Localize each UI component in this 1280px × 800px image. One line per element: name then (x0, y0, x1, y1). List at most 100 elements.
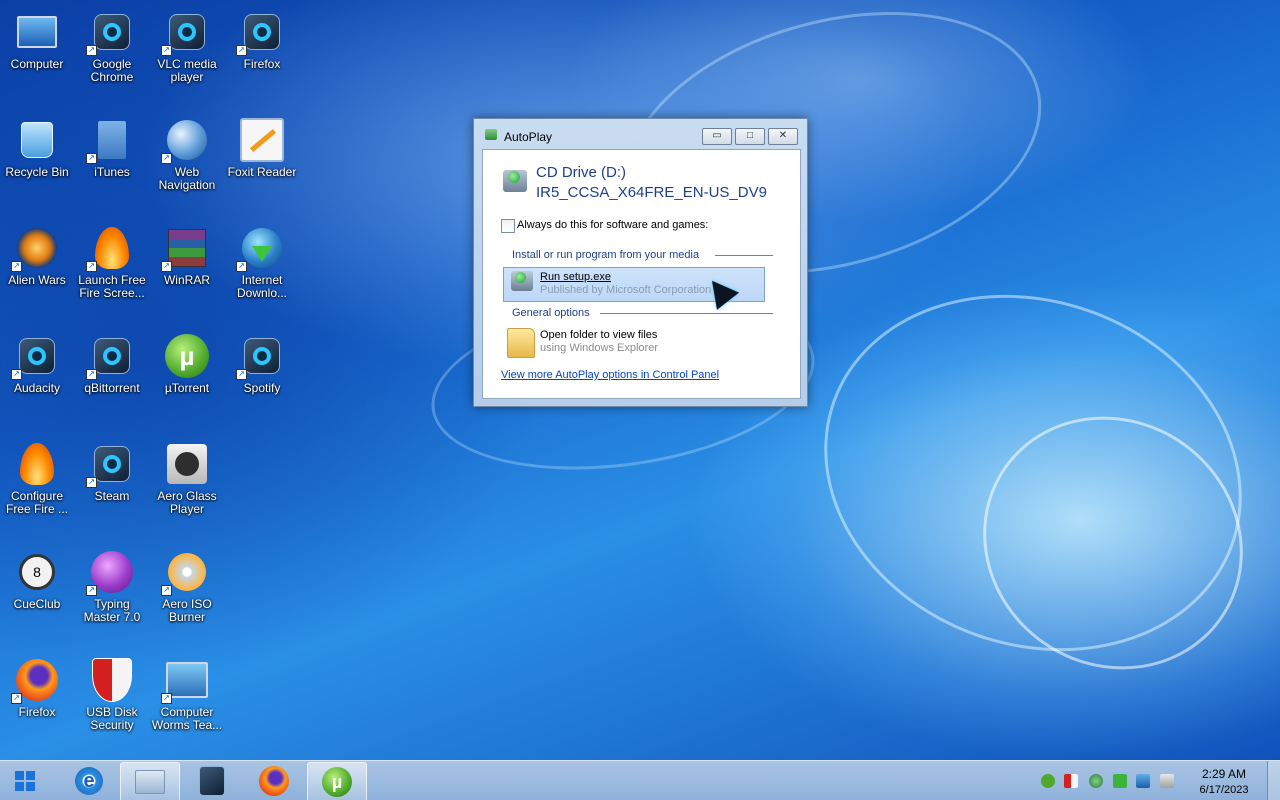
taskbar-utorrent[interactable]: µ (307, 762, 367, 800)
minimize-button[interactable]: ▭ (702, 128, 732, 145)
aero-glass-player-icon (165, 442, 209, 486)
desktop-icon-foxit-reader[interactable]: Foxit Reader (225, 118, 299, 179)
start-button[interactable] (10, 767, 40, 795)
desktop-icon-label: iTunes (94, 165, 130, 179)
app-shortcut-icon: ↗ (236, 334, 284, 380)
open-folder-title[interactable]: Open folder to view files (540, 329, 657, 341)
desktop-icon-label: qBittorrent (84, 381, 140, 395)
desktop-icon-aero-iso-burner[interactable]: ↗ Aero ISO Burner (150, 550, 224, 624)
desktop-icon-alien-wars[interactable]: ↗ Alien Wars (0, 226, 74, 287)
desktop-icon-label: Launch Free Fire Scree... (78, 273, 146, 300)
media-player-icon (199, 766, 225, 796)
section-install-heading: Install or run program from your media (512, 249, 700, 261)
setup-icon (511, 271, 533, 291)
wallpaper-swirl (773, 237, 1280, 709)
desktop-icon-label: Firefox (18, 705, 56, 719)
desktop-icon-cueclub[interactable]: 8 CueClub (0, 550, 74, 611)
desktop-icon-label: Alien Wars (8, 273, 66, 287)
desktop-icon-spotify[interactable]: ↗ Spotify (225, 334, 299, 395)
desktop-icon-label: Configure Free Fire ... (5, 489, 68, 516)
flame-icon (15, 442, 59, 486)
clock-date[interactable]: 6/17/2023 (1194, 784, 1254, 796)
winrar-icon: ↗ (161, 226, 209, 272)
utorrent-icon: µ (165, 334, 209, 378)
desktop-icon-firefox-bottom[interactable]: ↗ Firefox (0, 658, 74, 719)
desktop-icon-configure-free-fire[interactable]: Configure Free Fire ... (0, 442, 74, 516)
cd-drive-icon (503, 170, 527, 192)
utorrent-tray-icon[interactable] (1041, 774, 1055, 788)
shield-icon (90, 658, 134, 702)
always-do-this-label[interactable]: Always do this for software and games: (517, 219, 708, 231)
desktop-icon-google-chrome[interactable]: ↗ Google Chrome (75, 10, 149, 84)
desktop-icon-itunes[interactable]: ↗ iTunes (75, 118, 149, 179)
recycle-bin-icon (15, 118, 59, 162)
desktop-icon-internet-download[interactable]: ↗ Internet Downlo... (225, 226, 299, 300)
drive-label: IR5_CCSA_X64FRE_EN-US_DV9 (536, 184, 767, 201)
autoplay-dialog: AutoPlay ▭ □ ✕ CD Drive (D:) IR5_CCSA_X6… (473, 118, 808, 407)
desktop-icon-computer[interactable]: Computer (0, 10, 74, 71)
wallpaper-swirl (933, 365, 1280, 721)
desktop-icon-label: Google Chrome (90, 57, 134, 84)
dialog-title: AutoPlay (504, 130, 553, 144)
taskbar-media-player[interactable] (183, 762, 241, 800)
desktop-icon-label: Typing Master 7.0 (83, 597, 141, 624)
desktop-icon-label: Foxit Reader (227, 165, 297, 179)
flag-tray-icon[interactable] (1113, 774, 1127, 788)
app-shortcut-icon: ↗ (86, 334, 134, 380)
desktop-icon-label: CueClub (13, 597, 61, 611)
usb-security-tray-icon[interactable] (1064, 774, 1078, 788)
desktop-icon-firefox-top[interactable]: ↗ Firefox (225, 10, 299, 71)
desktop-icon-label: Web Navigation (158, 165, 216, 192)
taskbar: e µ 2:29 AM 6/17/2023 (0, 760, 1280, 800)
cueclub-icon: 8 (15, 550, 59, 594)
run-setup-publisher: Published by Microsoft Corporation (540, 284, 712, 296)
desktop-icon-label: USB Disk Security (86, 705, 138, 732)
typing-master-icon: ↗ (86, 550, 134, 596)
desktop-icon-utorrent[interactable]: µ µTorrent (150, 334, 224, 395)
maximize-icon: □ (746, 130, 754, 141)
firefox-icon (259, 766, 289, 796)
network-globe-tray-icon[interactable] (1089, 774, 1103, 788)
desktop-icon-qbittorrent[interactable]: ↗ qBittorrent (75, 334, 149, 395)
computer-worms-icon: ↗ (161, 658, 209, 704)
app-shortcut-icon: ↗ (86, 442, 134, 488)
itunes-icon: ↗ (86, 118, 134, 164)
desktop-icon-label: Aero ISO Burner (162, 597, 212, 624)
close-button[interactable]: ✕ (768, 128, 798, 145)
desktop-icon-label: Computer (10, 57, 64, 71)
desktop-icon-web-navigation[interactable]: ↗ Web Navigation (150, 118, 224, 192)
desktop-icon-label: µTorrent (164, 381, 210, 395)
desktop-icon-launch-free-fire[interactable]: ↗ Launch Free Fire Scree... (75, 226, 149, 300)
firefox-icon: ↗ (11, 658, 59, 704)
open-folder-sub: using Windows Explorer (540, 342, 658, 354)
desktop-icon-typing-master[interactable]: ↗ Typing Master 7.0 (75, 550, 149, 624)
more-autoplay-options-link[interactable]: View more AutoPlay options in Control Pa… (501, 369, 719, 381)
desktop-icon-computer-worms[interactable]: ↗ Computer Worms Tea... (150, 658, 224, 732)
network-tray-icon[interactable] (1136, 774, 1150, 788)
desktop-icon-steam[interactable]: ↗ Steam (75, 442, 149, 503)
desktop-icon-label: Recycle Bin (5, 165, 69, 179)
autoplay-icon (485, 129, 497, 140)
foxit-reader-icon (240, 118, 284, 162)
desktop-icon-recycle-bin[interactable]: Recycle Bin (0, 118, 74, 179)
app-shortcut-icon: ↗ (161, 10, 209, 56)
desktop-icon-aero-glass-player[interactable]: Aero Glass Player (150, 442, 224, 516)
show-desktop-button[interactable] (1267, 761, 1280, 800)
desktop-icon-vlc[interactable]: ↗ VLC media player (150, 10, 224, 84)
desktop-icon-winrar[interactable]: ↗ WinRAR (150, 226, 224, 287)
always-do-this-checkbox[interactable] (501, 219, 515, 233)
volume-muted-icon[interactable] (1160, 774, 1174, 788)
taskbar-internet-explorer[interactable]: e (60, 762, 118, 800)
dialog-titlebar[interactable]: AutoPlay ▭ □ ✕ (474, 119, 807, 149)
run-setup-title[interactable]: Run setup.exe (540, 271, 611, 283)
taskbar-file-explorer[interactable] (120, 762, 180, 800)
disc-burner-icon: ↗ (161, 550, 209, 596)
clock-time[interactable]: 2:29 AM (1196, 767, 1252, 781)
section-divider (715, 255, 773, 256)
app-shortcut-icon: ↗ (236, 10, 284, 56)
internet-explorer-icon: e (75, 767, 103, 795)
taskbar-firefox[interactable] (245, 762, 303, 800)
maximize-button[interactable]: □ (735, 128, 765, 145)
desktop-icon-usb-disk-security[interactable]: USB Disk Security (75, 658, 149, 732)
desktop-icon-audacity[interactable]: ↗ Audacity (0, 334, 74, 395)
